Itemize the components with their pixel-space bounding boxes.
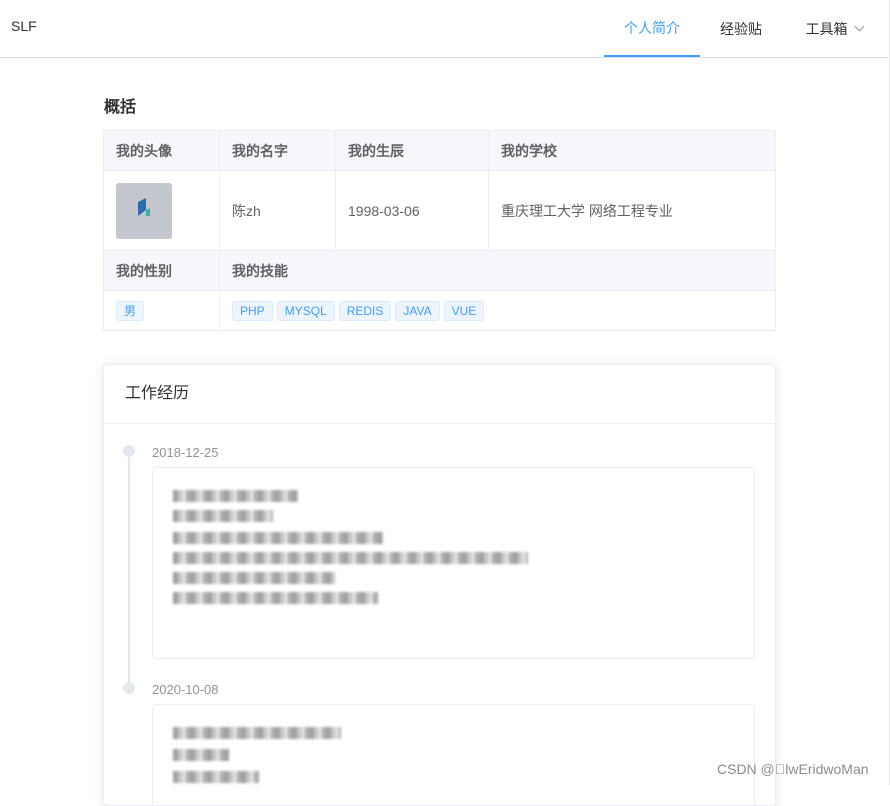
label-school: 我的学校 bbox=[488, 130, 776, 171]
csdn-watermark: CSDN @ lwEridwoMan bbox=[717, 761, 869, 777]
avatar bbox=[116, 182, 172, 239]
gender-tag: 男 bbox=[116, 300, 145, 321]
label-name: 我的名字 bbox=[219, 130, 336, 171]
work-experience-card: 工作经历 2018-12-25 2020-10-08 bbox=[103, 364, 776, 806]
overview-descriptions-table: 我的头像 我的名字 我的生辰 我的学校 陈zh 1998-03-06 重庆理工大… bbox=[103, 130, 776, 331]
value-birthday: 1998-03-06 bbox=[335, 170, 489, 251]
redacted-text bbox=[173, 510, 273, 522]
skill-tag: JAVA bbox=[395, 300, 440, 321]
timeline-node bbox=[123, 445, 135, 457]
timeline-entry-card bbox=[152, 704, 755, 805]
skill-tag: MYSQL bbox=[276, 300, 335, 321]
nav-tab-experience-posts[interactable]: 经验贴 bbox=[705, 0, 777, 57]
value-name: 陈zh bbox=[219, 170, 336, 251]
overview-title: 概括 bbox=[104, 99, 137, 116]
site-logo[interactable]: SLF bbox=[11, 18, 37, 34]
redacted-text bbox=[173, 490, 298, 502]
work-experience-title: 工作经历 bbox=[104, 365, 775, 424]
skill-tag: REDIS bbox=[338, 300, 392, 321]
nav-tab-profile-label: 个人简介 bbox=[624, 19, 680, 36]
value-school: 重庆理工大学 网络工程专业 bbox=[488, 170, 776, 251]
label-skills: 我的技能 bbox=[219, 250, 776, 291]
gender-cell: 男 bbox=[103, 290, 220, 331]
label-avatar: 我的头像 bbox=[103, 130, 220, 171]
timeline-entry-card bbox=[152, 467, 755, 659]
nav-menu-toolbox-label: 工具箱 bbox=[805, 20, 848, 37]
avatar-logo-icon bbox=[138, 197, 150, 216]
redacted-text bbox=[173, 727, 341, 739]
nav-tab-experience-posts-label: 经验贴 bbox=[720, 20, 762, 37]
redacted-text bbox=[173, 552, 528, 564]
redacted-text bbox=[173, 771, 259, 783]
top-navbar: SLF 个人简介 经验贴 工具箱 bbox=[0, 0, 888, 58]
redacted-text bbox=[173, 572, 335, 584]
redacted-text bbox=[173, 532, 383, 544]
avatar-cell bbox=[103, 170, 220, 251]
timeline-date: 2020-10-08 bbox=[152, 682, 219, 697]
skills-cell: PHP MYSQL REDIS JAVA VUE bbox=[219, 290, 776, 331]
redacted-text bbox=[173, 592, 378, 604]
label-birthday: 我的生辰 bbox=[335, 130, 489, 171]
redacted-text bbox=[173, 749, 229, 761]
nav-tab-profile[interactable]: 个人简介 bbox=[604, 0, 700, 57]
nav-menu-toolbox[interactable]: 工具箱 bbox=[790, 0, 878, 57]
label-gender: 我的性别 bbox=[103, 250, 220, 291]
timeline-node bbox=[123, 682, 135, 694]
skill-tag: VUE bbox=[443, 300, 485, 321]
skill-tag: PHP bbox=[232, 300, 273, 321]
chevron-down-icon bbox=[854, 21, 864, 32]
timeline-line bbox=[128, 452, 130, 692]
timeline-date: 2018-12-25 bbox=[152, 445, 219, 460]
